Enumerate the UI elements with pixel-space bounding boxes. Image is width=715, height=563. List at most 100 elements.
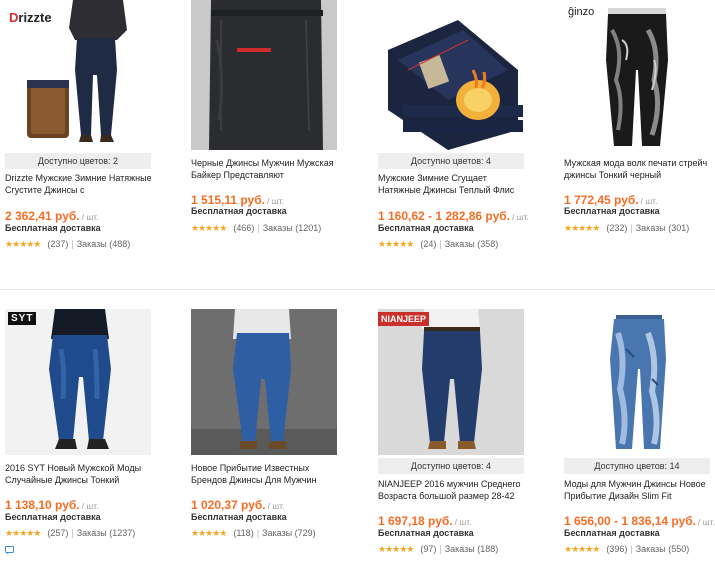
price: 1 772,45 руб.	[564, 193, 639, 207]
product-title[interactable]: Мужские Зимние Сгущает Натяжные Джинсы Т…	[378, 172, 526, 196]
product-grid: Drizzte Доступно цветов: 2 Drizzte Мужск…	[0, 0, 715, 563]
rating-row: ★★★★★ (237) | Заказы (488)	[5, 239, 130, 250]
brand-logo: NIANJEEP	[378, 312, 430, 326]
review-count[interactable]: (396)	[606, 544, 627, 554]
orders-count[interactable]: Заказы (550)	[636, 544, 690, 554]
brand-initial: D	[9, 10, 19, 25]
separator: |	[257, 223, 260, 233]
product-card[interactable]: Новое Прибытие Известных Брендов Джинсы …	[191, 309, 363, 538]
orders-count[interactable]: Заказы (488)	[77, 239, 131, 249]
star-rating-icon: ★★★★★	[564, 223, 600, 233]
star-rating-icon: ★★★★★	[564, 544, 600, 554]
separator: |	[439, 544, 442, 554]
free-shipping: Бесплатная доставка	[564, 206, 660, 216]
rating-row: ★★★★★ (232) | Заказы (301)	[564, 223, 689, 234]
colors-available: Доступно цветов: 4	[378, 153, 524, 169]
price: 2 362,41 руб.	[5, 209, 80, 223]
product-title[interactable]: Drizzte Мужские Зимние Натяжные Сгустите…	[5, 172, 153, 196]
product-card[interactable]: Доступно цветов: 4 Мужские Зимние Сгущае…	[378, 0, 550, 249]
product-title[interactable]: Мужская мода волк печати стрейч джинсы Т…	[564, 157, 712, 181]
free-shipping: Бесплатная доставка	[378, 223, 474, 233]
product-image[interactable]: ĝinzo	[564, 0, 710, 150]
star-rating-icon: ★★★★★	[191, 223, 227, 233]
separator: |	[71, 239, 74, 249]
brand-logo: Drizzte	[9, 10, 52, 25]
free-shipping: Бесплатная доставка	[191, 512, 287, 522]
brand-rest: rizzte	[18, 10, 52, 25]
review-count[interactable]: (118)	[233, 528, 253, 538]
unit: / шт.	[512, 212, 529, 222]
orders-count[interactable]: Заказы (358)	[445, 239, 499, 249]
free-shipping: Бесплатная доставка	[5, 223, 101, 233]
star-rating-icon: ★★★★★	[5, 528, 41, 538]
product-image[interactable]	[191, 309, 337, 455]
product-card[interactable]: SYT 2016 SYT Новый Мужской Моды Случайны…	[5, 309, 177, 538]
unit: / шт.	[81, 212, 99, 222]
price: 1 656,00 - 1 836,14 руб.	[564, 514, 697, 528]
unit: / шт.	[266, 196, 284, 206]
separator: |	[630, 223, 633, 233]
review-count[interactable]: (466)	[233, 223, 254, 233]
product-card[interactable]: NIANJEEP Доступно цветов: 4 NIANJEEP 201…	[378, 309, 550, 554]
product-card[interactable]: Доступно цветов: 14 Моды для Мужчин Джин…	[564, 309, 715, 554]
row-divider	[0, 289, 715, 290]
separator: |	[439, 239, 442, 249]
separator: |	[256, 528, 260, 538]
review-count[interactable]: (237)	[47, 239, 68, 249]
rating-row: ★★★★★ (396) | Заказы (550)	[564, 544, 689, 555]
review-count[interactable]: (24)	[420, 239, 436, 249]
price: 1 515,11 руб.	[191, 193, 265, 207]
brand-logo: ĝinzo	[568, 6, 595, 18]
product-card[interactable]: ĝinzo Мужская мода волк печати стрейч дж…	[564, 0, 715, 233]
orders-count[interactable]: Заказы (301)	[636, 223, 690, 233]
separator: |	[71, 528, 74, 538]
product-title[interactable]: NIANJEEP 2016 мужчин Среднего Возраста б…	[378, 478, 526, 502]
brand-logo: SYT	[8, 312, 37, 325]
product-image[interactable]	[378, 0, 524, 150]
rating-row: ★★★★★ (118) | Заказы (729)	[191, 528, 316, 539]
star-rating-icon: ★★★★★	[378, 544, 414, 554]
orders-count[interactable]: Заказы (188)	[445, 544, 499, 554]
product-image[interactable]: Drizzte	[5, 0, 151, 150]
free-shipping: Бесплатная доставка	[564, 528, 660, 538]
price: 1 160,62 - 1 282,86 руб.	[378, 209, 511, 223]
unit: / шт.	[640, 196, 658, 206]
product-card[interactable]: Черные Джинсы Мужчин Мужская Байкер Пред…	[191, 0, 363, 233]
review-count[interactable]: (257)	[47, 528, 68, 538]
product-image[interactable]: SYT	[5, 309, 151, 455]
colors-available: Доступно цветов: 14	[564, 458, 710, 474]
orders-count[interactable]: Заказы (1237)	[77, 528, 136, 538]
product-title[interactable]: Черные Джинсы Мужчин Мужская Байкер Пред…	[191, 157, 339, 181]
star-rating-icon: ★★★★★	[191, 528, 227, 538]
review-count[interactable]: (97)	[420, 544, 436, 554]
product-image[interactable]: NIANJEEP	[378, 309, 524, 455]
product-title[interactable]: Новое Прибытие Известных Брендов Джинсы …	[191, 462, 339, 486]
star-rating-icon: ★★★★★	[5, 239, 41, 249]
free-shipping: Бесплатная доставка	[378, 528, 474, 538]
rating-row: ★★★★★ (257) | Заказы (1237)	[5, 528, 135, 539]
colors-available: Доступно цветов: 4	[378, 458, 524, 474]
product-title[interactable]: Моды для Мужчин Джинсы Новое Прибытие Ди…	[564, 478, 712, 502]
unit: / шт.	[454, 517, 472, 527]
product-card[interactable]: Drizzte Доступно цветов: 2 Drizzte Мужск…	[5, 0, 177, 249]
feedback-icon[interactable]	[5, 545, 15, 555]
colors-available: Доступно цветов: 2	[5, 153, 151, 169]
free-shipping: Бесплатная доставка	[191, 206, 287, 216]
free-shipping: Бесплатная доставка	[5, 512, 101, 522]
product-image[interactable]	[191, 0, 337, 150]
rating-row: ★★★★★ (24) | Заказы (358)	[378, 239, 498, 250]
unit: / шт.	[698, 517, 715, 527]
review-count[interactable]: (232)	[606, 223, 627, 233]
product-title[interactable]: 2016 SYT Новый Мужской Моды Случайные Дж…	[5, 462, 153, 486]
star-rating-icon: ★★★★★	[378, 239, 414, 249]
rating-row: ★★★★★ (97) | Заказы (188)	[378, 544, 498, 555]
orders-count[interactable]: Заказы (729)	[262, 528, 316, 538]
price: 1 138,10 руб.	[5, 498, 80, 512]
unit: / шт.	[81, 501, 99, 511]
price: 1 697,18 руб.	[378, 514, 453, 528]
product-image[interactable]	[564, 309, 710, 455]
separator: |	[630, 544, 633, 554]
rating-row: ★★★★★ (466) | Заказы (1201)	[191, 223, 321, 234]
orders-count[interactable]: Заказы (1201)	[263, 223, 322, 233]
price: 1 020,37 руб.	[191, 498, 266, 512]
